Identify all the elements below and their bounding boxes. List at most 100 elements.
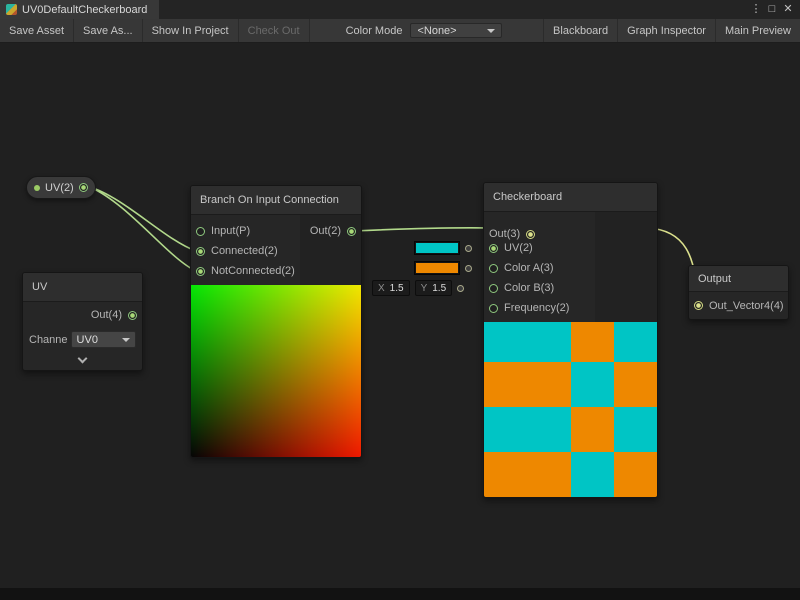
uv-node-collapse-button[interactable] <box>23 351 142 370</box>
branch-input-row: Connected(2) <box>191 241 300 261</box>
uv-node-title: UV <box>23 273 142 302</box>
save-as-button[interactable]: Save As... <box>74 19 143 42</box>
color-mode-value: <None> <box>417 25 456 37</box>
branch-notconnected-port[interactable] <box>196 267 205 276</box>
color-b-swatch-fill <box>416 263 458 273</box>
chevron-down-icon <box>122 338 130 342</box>
uv-channel-value: UV0 <box>77 334 98 346</box>
checker-cell <box>614 407 657 452</box>
checker-cell <box>484 362 571 407</box>
color-a-swatch[interactable] <box>414 241 460 255</box>
branch-connected-port[interactable] <box>196 247 205 256</box>
edge-branch-to-checkerboard[interactable] <box>352 228 491 231</box>
checkerboard-color-a-port[interactable] <box>489 264 498 273</box>
checkerboard-color-b-port[interactable] <box>489 284 498 293</box>
checkerboard-color-a-label: Color A(3) <box>504 262 554 274</box>
checkerboard-input-row: Frequency(2) <box>484 298 657 318</box>
frequency-value-widget: X 1.5 Y 1.5 <box>372 280 464 296</box>
branch-input-p-label: Input(P) <box>211 225 250 237</box>
color-b-connector-dot-icon <box>465 265 472 272</box>
checkerboard-frequency-port[interactable] <box>489 304 498 313</box>
color-a-value-widget <box>414 241 472 255</box>
checkerboard-node[interactable]: Checkerboard Out(3) UV(2) Color A(3) Col… <box>483 182 658 498</box>
tab-bar: UV0DefaultCheckerboard ⋮ □ ✕ <box>0 0 800 19</box>
checkerboard-uv-port[interactable] <box>489 244 498 253</box>
show-in-project-button[interactable]: Show In Project <box>143 19 239 42</box>
uv-channel-label: Channe <box>29 334 68 346</box>
output-node[interactable]: Output Out_Vector4(4) <box>688 265 789 320</box>
branch-output-row: Out(2) <box>300 221 361 241</box>
graph-toolbar: Save Asset Save As... Show In Project Ch… <box>0 19 800 43</box>
checker-cell <box>571 452 614 497</box>
branch-out2-port[interactable] <box>347 227 356 236</box>
output-node-title: Output <box>689 266 788 292</box>
graph-canvas[interactable]: UV(2) UV Out(4) Channe UV0 Branch On Inp… <box>0 43 800 600</box>
checker-cell <box>614 452 657 497</box>
window-bottom-edge <box>0 588 800 600</box>
window-controls: ⋮ □ ✕ <box>748 0 800 19</box>
branch-connected-label: Connected(2) <box>211 245 278 257</box>
graph-inspector-toggle-button[interactable]: Graph Inspector <box>617 19 715 42</box>
checker-cell <box>571 407 614 452</box>
checkerboard-input-row: UV(2) <box>484 238 657 258</box>
branch-on-input-connection-node[interactable]: Branch On Input Connection Input(P) Conn… <box>190 185 362 458</box>
vector2-type-dot-icon <box>34 185 40 191</box>
uv-channel-dropdown[interactable]: UV0 <box>71 331 136 348</box>
checker-cell <box>614 322 657 362</box>
output-vector4-port[interactable] <box>694 301 703 310</box>
checker-cell <box>571 322 614 362</box>
checker-cell <box>484 322 571 362</box>
shader-graph-asset-icon <box>6 4 17 15</box>
checker-cell <box>571 362 614 407</box>
branch-node-title: Branch On Input Connection <box>191 186 361 215</box>
frequency-connector-dot-icon <box>457 285 464 292</box>
checkerboard-input-row: Color A(3) <box>484 258 657 278</box>
frequency-x-label: X <box>378 283 385 294</box>
uv2-pill-node[interactable]: UV(2) <box>26 176 96 199</box>
frequency-x-field[interactable]: X 1.5 <box>372 280 410 296</box>
uv-node[interactable]: UV Out(4) Channe UV0 <box>22 272 143 371</box>
main-preview-toggle-button[interactable]: Main Preview <box>715 19 800 42</box>
close-icon[interactable]: ✕ <box>780 0 796 19</box>
frequency-x-value: 1.5 <box>390 283 404 294</box>
save-asset-button[interactable]: Save Asset <box>0 19 74 42</box>
toolbar-right-group: Blackboard Graph Inspector Main Preview <box>543 19 800 42</box>
branch-input-row: NotConnected(2) <box>191 261 300 281</box>
branch-node-preview-image <box>191 285 361 457</box>
blackboard-toggle-button[interactable]: Blackboard <box>543 19 617 42</box>
frequency-y-value: 1.5 <box>432 283 446 294</box>
uv2-pill-label: UV(2) <box>45 182 74 194</box>
shader-graph-window: { "window": { "tab_title": "UV0DefaultCh… <box>0 0 800 600</box>
graph-tab[interactable]: UV0DefaultCheckerboard <box>0 0 159 19</box>
color-mode-dropdown[interactable]: <None> <box>410 23 502 38</box>
uv2-pill-output-port[interactable] <box>79 183 88 192</box>
checker-cell <box>484 407 571 452</box>
frequency-y-field[interactable]: Y 1.5 <box>415 280 453 296</box>
checkerboard-uv-label: UV(2) <box>504 242 533 254</box>
color-a-swatch-fill <box>416 243 458 253</box>
frequency-y-label: Y <box>421 283 428 294</box>
branch-out2-label: Out(2) <box>310 225 341 237</box>
chevron-down-icon <box>487 29 495 33</box>
branch-notconnected-label: NotConnected(2) <box>211 265 295 277</box>
checkerboard-input-row: Color B(3) <box>484 278 657 298</box>
checkerboard-color-b-label: Color B(3) <box>504 282 554 294</box>
maximize-icon[interactable]: □ <box>764 0 780 19</box>
branch-input-row: Input(P) <box>191 221 300 241</box>
uv-out4-port[interactable] <box>128 311 137 320</box>
color-b-value-widget <box>414 261 472 275</box>
color-mode-label: Color Mode <box>338 19 411 42</box>
window-menu-icon[interactable]: ⋮ <box>748 0 764 19</box>
color-b-swatch[interactable] <box>414 261 460 275</box>
output-input-row: Out_Vector4(4) <box>689 292 788 319</box>
checkerboard-frequency-label: Frequency(2) <box>504 302 569 314</box>
color-a-connector-dot-icon <box>465 245 472 252</box>
checker-cell <box>614 362 657 407</box>
check-out-button[interactable]: Check Out <box>239 19 310 42</box>
checker-cell <box>484 452 571 497</box>
output-vector4-label: Out_Vector4(4) <box>709 300 784 312</box>
branch-input-p-port[interactable] <box>196 227 205 236</box>
chevron-down-icon <box>78 354 88 364</box>
checkerboard-preview-image <box>484 322 657 497</box>
edge-uvpill-to-notconnected[interactable] <box>90 187 196 271</box>
